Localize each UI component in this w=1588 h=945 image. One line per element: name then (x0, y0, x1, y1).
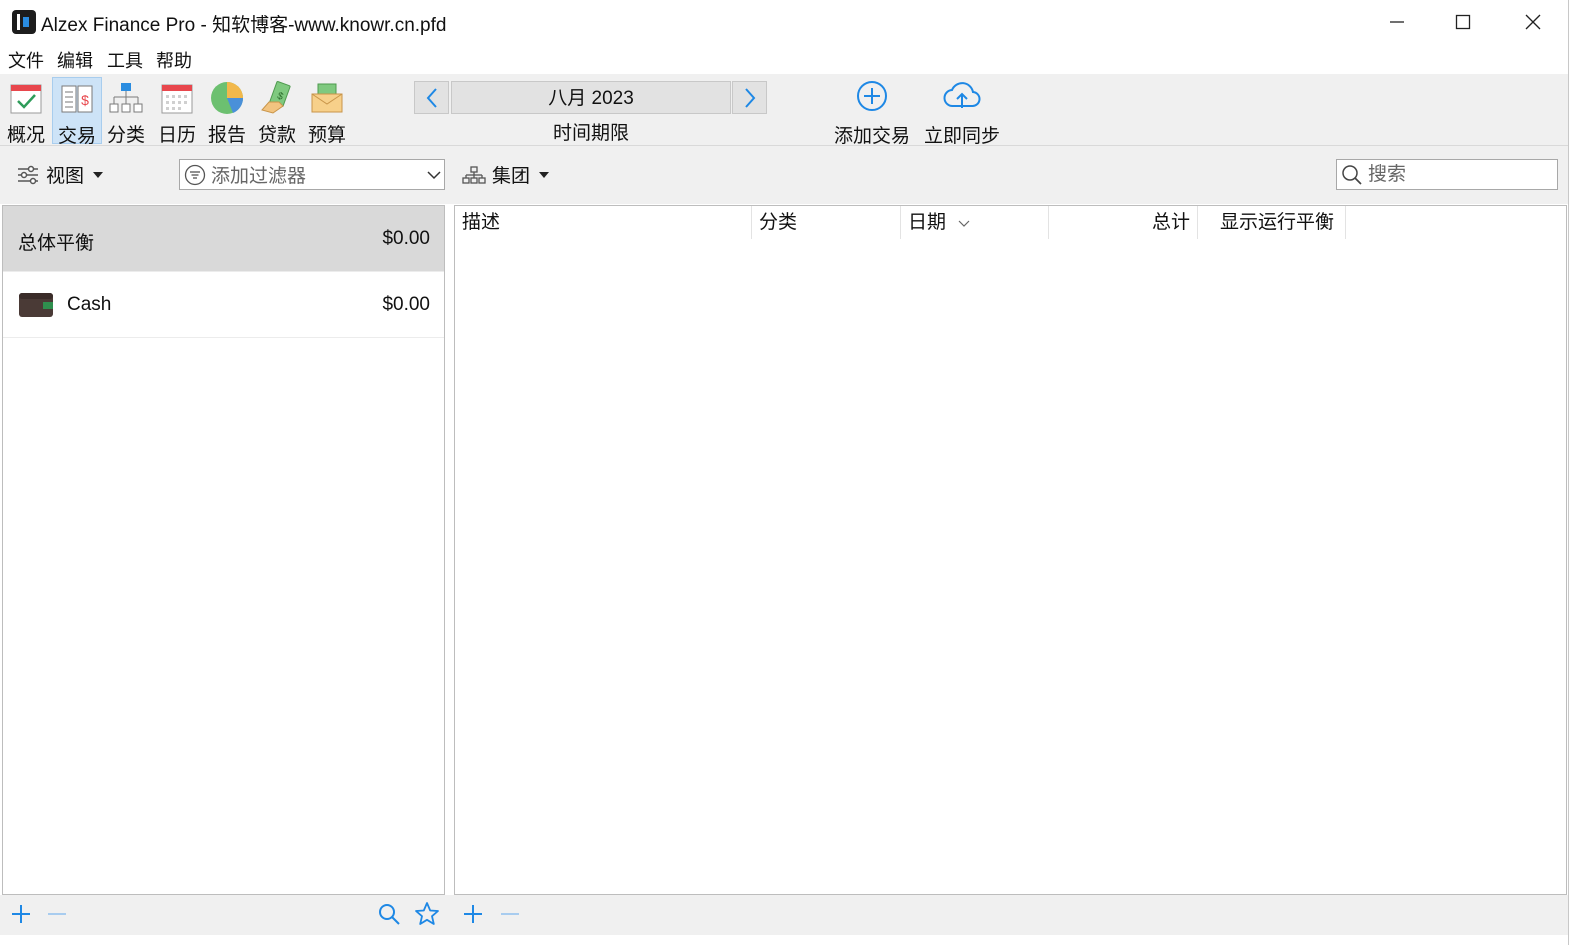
search-icon (1342, 164, 1362, 185)
nav-categories-button[interactable]: 分类 (101, 77, 151, 146)
menu-help[interactable]: 帮助 (156, 47, 192, 73)
account-balance: $0.00 (382, 294, 430, 315)
nav-reports-button[interactable]: 报告 (202, 77, 252, 146)
overview-check-icon (10, 84, 42, 114)
star-icon (415, 902, 439, 925)
view-menu-label: 视图 (46, 166, 85, 187)
toolbar: 概况 $ 交易 分类 日历 报告 $ 贷款 预算 八月 2023 时间期限 添加… (0, 74, 1568, 148)
account-row-total[interactable]: 总体平衡 $0.00 (3, 206, 444, 272)
reports-pie-icon (211, 82, 244, 114)
nav-calendar-button[interactable]: 日历 (152, 77, 202, 146)
accounts-panel: 总体平衡 $0.00 Cash $0.00 (2, 205, 445, 895)
add-transaction-label: 添加交易 (833, 126, 910, 147)
minus-icon (501, 913, 519, 915)
nav-budget-label: 预算 (307, 125, 346, 146)
svg-text:$: $ (81, 92, 89, 108)
nav-overview-label: 概况 (6, 125, 45, 146)
transactions-panel: 描述 分类 日期 总计 显示运行平衡 (454, 205, 1567, 895)
column-header-description[interactable]: 描述 (455, 206, 752, 239)
filter-bar: 视图 添加过滤器 集团 (0, 146, 1568, 204)
wallet-icon (19, 293, 53, 317)
loans-hand-money-icon: $ (261, 81, 291, 114)
close-icon (1525, 14, 1541, 30)
plus-icon (12, 905, 30, 923)
sync-now-button[interactable]: 立即同步 (920, 80, 1004, 148)
chevron-right-icon (744, 87, 755, 108)
plus-icon (464, 905, 482, 923)
nav-transactions-button[interactable]: $ 交易 (52, 77, 102, 147)
period-caption: 时间期限 (552, 123, 629, 144)
app-icon (12, 10, 36, 34)
favorite-button[interactable] (414, 901, 440, 927)
filter-list-icon (184, 164, 206, 185)
minimize-button[interactable] (1362, 0, 1432, 44)
add-filter-select[interactable]: 添加过滤器 (179, 159, 445, 190)
column-header-total[interactable]: 总计 (1049, 206, 1198, 239)
group-hierarchy-icon (462, 165, 486, 184)
view-menu-button[interactable]: 视图 (16, 161, 106, 188)
account-name: Cash (67, 294, 112, 315)
search-box[interactable] (1336, 159, 1558, 190)
nav-reports-label: 报告 (207, 125, 246, 146)
search-input[interactable] (1368, 163, 1548, 186)
window-edge (1568, 0, 1588, 945)
nav-categories-label: 分类 (106, 125, 145, 146)
group-menu-button[interactable]: 集团 (462, 161, 552, 188)
bottom-bar (0, 895, 1568, 935)
add-transaction-bottom-button[interactable] (460, 901, 486, 927)
sliders-icon (18, 165, 38, 184)
chevron-down-icon (427, 170, 441, 179)
menu-file[interactable]: 文件 (8, 47, 44, 73)
nav-transactions-label: 交易 (57, 126, 96, 147)
title-bar: Alzex Finance Pro - 知软博客-www.knowr.cn.pf… (0, 0, 1568, 44)
categories-tree-icon (109, 83, 143, 113)
maximize-icon (1455, 14, 1471, 30)
column-header-date[interactable]: 日期 (901, 206, 1049, 239)
sync-now-label: 立即同步 (923, 126, 1000, 147)
remove-account-button[interactable] (44, 901, 70, 927)
column-header-label: 描述 (462, 212, 501, 233)
next-period-button[interactable] (732, 81, 767, 114)
menu-edit[interactable]: 编辑 (57, 47, 93, 73)
nav-overview-button[interactable]: 概况 (1, 77, 51, 146)
group-menu-label: 集团 (492, 166, 531, 187)
close-button[interactable] (1498, 0, 1568, 44)
column-header-running-balance[interactable]: 显示运行平衡 (1198, 206, 1346, 239)
prev-period-button[interactable] (414, 81, 449, 114)
remove-transaction-button[interactable] (497, 901, 523, 927)
find-account-button[interactable] (376, 901, 402, 927)
column-header-label: 分类 (759, 212, 798, 233)
nav-loans-button[interactable]: $ 贷款 (252, 77, 302, 146)
account-row-cash[interactable]: Cash $0.00 (3, 272, 444, 338)
add-transaction-button[interactable]: 添加交易 (830, 80, 914, 148)
nav-budget-button[interactable]: 预算 (302, 77, 352, 146)
add-account-button[interactable] (8, 901, 34, 927)
menu-bar: 文件 编辑 工具 帮助 (0, 44, 1568, 74)
search-icon (379, 904, 400, 925)
dropdown-triangle-icon (539, 171, 550, 178)
column-header-category[interactable]: 分类 (752, 206, 901, 239)
chevron-left-icon (426, 87, 437, 108)
period-field[interactable]: 八月 2023 (451, 81, 731, 114)
menu-tools[interactable]: 工具 (107, 47, 143, 73)
column-header-label: 日期 (908, 212, 947, 233)
calendar-icon (161, 84, 193, 114)
account-balance: $0.00 (382, 228, 430, 249)
maximize-button[interactable] (1428, 0, 1498, 44)
minimize-icon (1390, 21, 1404, 23)
account-name: 总体平衡 (18, 233, 95, 254)
minus-icon (48, 913, 66, 915)
budget-envelope-icon (311, 83, 343, 113)
nav-loans-label: 贷款 (257, 125, 296, 146)
column-header-label: 显示运行平衡 (1220, 212, 1335, 233)
cloud-upload-icon (943, 82, 981, 108)
add-filter-placeholder: 添加过滤器 (211, 166, 307, 187)
column-header-label: 总计 (1151, 212, 1190, 233)
add-circle-icon (857, 81, 887, 111)
nav-calendar-label: 日历 (157, 125, 196, 146)
dropdown-triangle-icon (93, 171, 104, 178)
transactions-ledger-icon: $ (61, 85, 93, 113)
window-title: Alzex Finance Pro - 知软博客-www.knowr.cn.pf… (41, 15, 447, 36)
sort-descending-icon (958, 220, 970, 227)
